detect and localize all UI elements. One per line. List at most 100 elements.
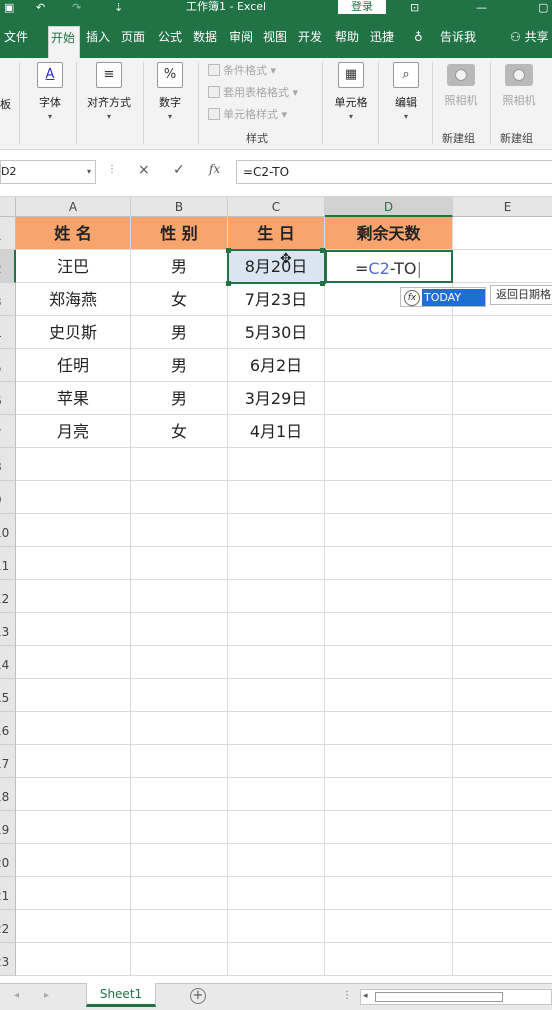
customize-toolbar-icon[interactable]: ⇣ xyxy=(114,0,123,15)
cell-e11[interactable] xyxy=(453,547,552,580)
tab-review[interactable]: 审阅 xyxy=(227,26,255,58)
cell-e9[interactable] xyxy=(453,481,552,514)
tab-developer[interactable]: 开发 xyxy=(296,26,324,58)
cell-a19[interactable] xyxy=(16,811,131,844)
cell-d20[interactable] xyxy=(325,844,453,877)
header-cell-d[interactable]: 剩余天数 xyxy=(325,217,453,250)
cell-e22[interactable] xyxy=(453,910,552,943)
cell-d9[interactable] xyxy=(325,481,453,514)
row-header-11[interactable]: 11 xyxy=(0,547,16,580)
cells-button[interactable]: ▦ 单元格 ▾ xyxy=(330,62,372,121)
select-all-corner[interactable] xyxy=(0,197,16,217)
tab-file[interactable]: 文件 xyxy=(2,26,30,58)
cell-b10[interactable] xyxy=(131,514,228,547)
column-header-c[interactable]: C xyxy=(228,197,325,217)
cell-a22[interactable] xyxy=(16,910,131,943)
cell-c22[interactable] xyxy=(228,910,325,943)
cell-c9[interactable] xyxy=(228,481,325,514)
tab-insert[interactable]: 插入 xyxy=(84,26,112,58)
column-header-e[interactable]: E xyxy=(453,197,552,217)
camera-button-2[interactable]: 照相机 xyxy=(498,64,540,108)
row-header-2[interactable]: 2 xyxy=(0,250,16,283)
cell-e7[interactable] xyxy=(453,415,552,448)
row-header-13[interactable]: 13 xyxy=(0,613,16,646)
cell-c6[interactable]: 3月29日 xyxy=(228,382,325,415)
conditional-format-button[interactable]: 条件格式 ▾ xyxy=(208,62,276,78)
cell-b6[interactable]: 男 xyxy=(131,382,228,415)
cell-e8[interactable] xyxy=(453,448,552,481)
cell-e14[interactable] xyxy=(453,646,552,679)
row-header-22[interactable]: 22 xyxy=(0,910,16,943)
active-cell-d2[interactable]: =C2-TO| xyxy=(325,250,453,283)
row-header-9[interactable]: 9 xyxy=(0,481,16,514)
column-header-b[interactable]: B xyxy=(131,197,228,217)
cell-c19[interactable] xyxy=(228,811,325,844)
tab-home[interactable]: 开始 xyxy=(48,26,80,58)
cell-b20[interactable] xyxy=(131,844,228,877)
cell-d7[interactable] xyxy=(325,415,453,448)
scrollbar-thumb[interactable] xyxy=(375,992,503,1002)
row-header-20[interactable]: 20 xyxy=(0,844,16,877)
tab-xunjie[interactable]: 迅捷 xyxy=(368,26,396,58)
minimize-icon[interactable]: — xyxy=(476,0,487,15)
cell-a6[interactable]: 苹果 xyxy=(16,382,131,415)
cell-c15[interactable] xyxy=(228,679,325,712)
cell-e18[interactable] xyxy=(453,778,552,811)
cell-e10[interactable] xyxy=(453,514,552,547)
cell-b2[interactable]: 男 xyxy=(131,250,228,283)
cell-b21[interactable] xyxy=(131,877,228,910)
cell-d17[interactable] xyxy=(325,745,453,778)
cell-b19[interactable] xyxy=(131,811,228,844)
editing-button[interactable]: ⌕ 编辑 ▾ xyxy=(386,62,426,121)
cell-a9[interactable] xyxy=(16,481,131,514)
cell-c23[interactable] xyxy=(228,943,325,976)
ribbon-display-icon[interactable]: ⊡ xyxy=(410,0,419,15)
cell-a21[interactable] xyxy=(16,877,131,910)
cell-d19[interactable] xyxy=(325,811,453,844)
cell-e4[interactable] xyxy=(453,316,552,349)
cell-e17[interactable] xyxy=(453,745,552,778)
cell-a16[interactable] xyxy=(16,712,131,745)
cell-d23[interactable] xyxy=(325,943,453,976)
cell-e20[interactable] xyxy=(453,844,552,877)
cell-b9[interactable] xyxy=(131,481,228,514)
cell-e23[interactable] xyxy=(453,943,552,976)
cell-c17[interactable] xyxy=(228,745,325,778)
autocomplete-item-today[interactable]: TODAY xyxy=(422,289,485,306)
alignment-button[interactable]: ≡ 对齐方式 ▾ xyxy=(82,62,136,121)
cell-e13[interactable] xyxy=(453,613,552,646)
cell-a7[interactable]: 月亮 xyxy=(16,415,131,448)
cell-style-button[interactable]: 单元格样式 ▾ xyxy=(208,106,287,122)
add-sheet-icon[interactable]: + xyxy=(190,988,206,1004)
cell-d5[interactable] xyxy=(325,349,453,382)
cell-a11[interactable] xyxy=(16,547,131,580)
selection-handle[interactable] xyxy=(226,248,231,253)
cell-e5[interactable] xyxy=(453,349,552,382)
row-header-12[interactable]: 12 xyxy=(0,580,16,613)
row-header-7[interactable]: 7 xyxy=(0,415,16,448)
cell-b12[interactable] xyxy=(131,580,228,613)
cell-e6[interactable] xyxy=(453,382,552,415)
cell-a4[interactable]: 史贝斯 xyxy=(16,316,131,349)
row-header-10[interactable]: 10 xyxy=(0,514,16,547)
cell-c2[interactable]: 8月20日 xyxy=(227,249,326,284)
cell-d21[interactable] xyxy=(325,877,453,910)
cell-e15[interactable] xyxy=(453,679,552,712)
cell-b8[interactable] xyxy=(131,448,228,481)
cell-c20[interactable] xyxy=(228,844,325,877)
selection-handle[interactable] xyxy=(226,281,231,286)
cell-d8[interactable] xyxy=(325,448,453,481)
login-button[interactable]: 登录 xyxy=(338,0,386,14)
row-header-3[interactable]: 3 xyxy=(0,283,16,316)
cell-a23[interactable] xyxy=(16,943,131,976)
redo-icon[interactable]: ↷ xyxy=(72,0,81,15)
row-header-15[interactable]: 15 xyxy=(0,679,16,712)
cell-d4[interactable] xyxy=(325,316,453,349)
cancel-icon[interactable]: × xyxy=(138,162,150,178)
header-cell-a[interactable]: 姓 名 xyxy=(16,217,131,250)
cell-d15[interactable] xyxy=(325,679,453,712)
cell-c11[interactable] xyxy=(228,547,325,580)
undo-icon[interactable]: ↶ xyxy=(36,0,45,15)
cell-d11[interactable] xyxy=(325,547,453,580)
cell-e19[interactable] xyxy=(453,811,552,844)
